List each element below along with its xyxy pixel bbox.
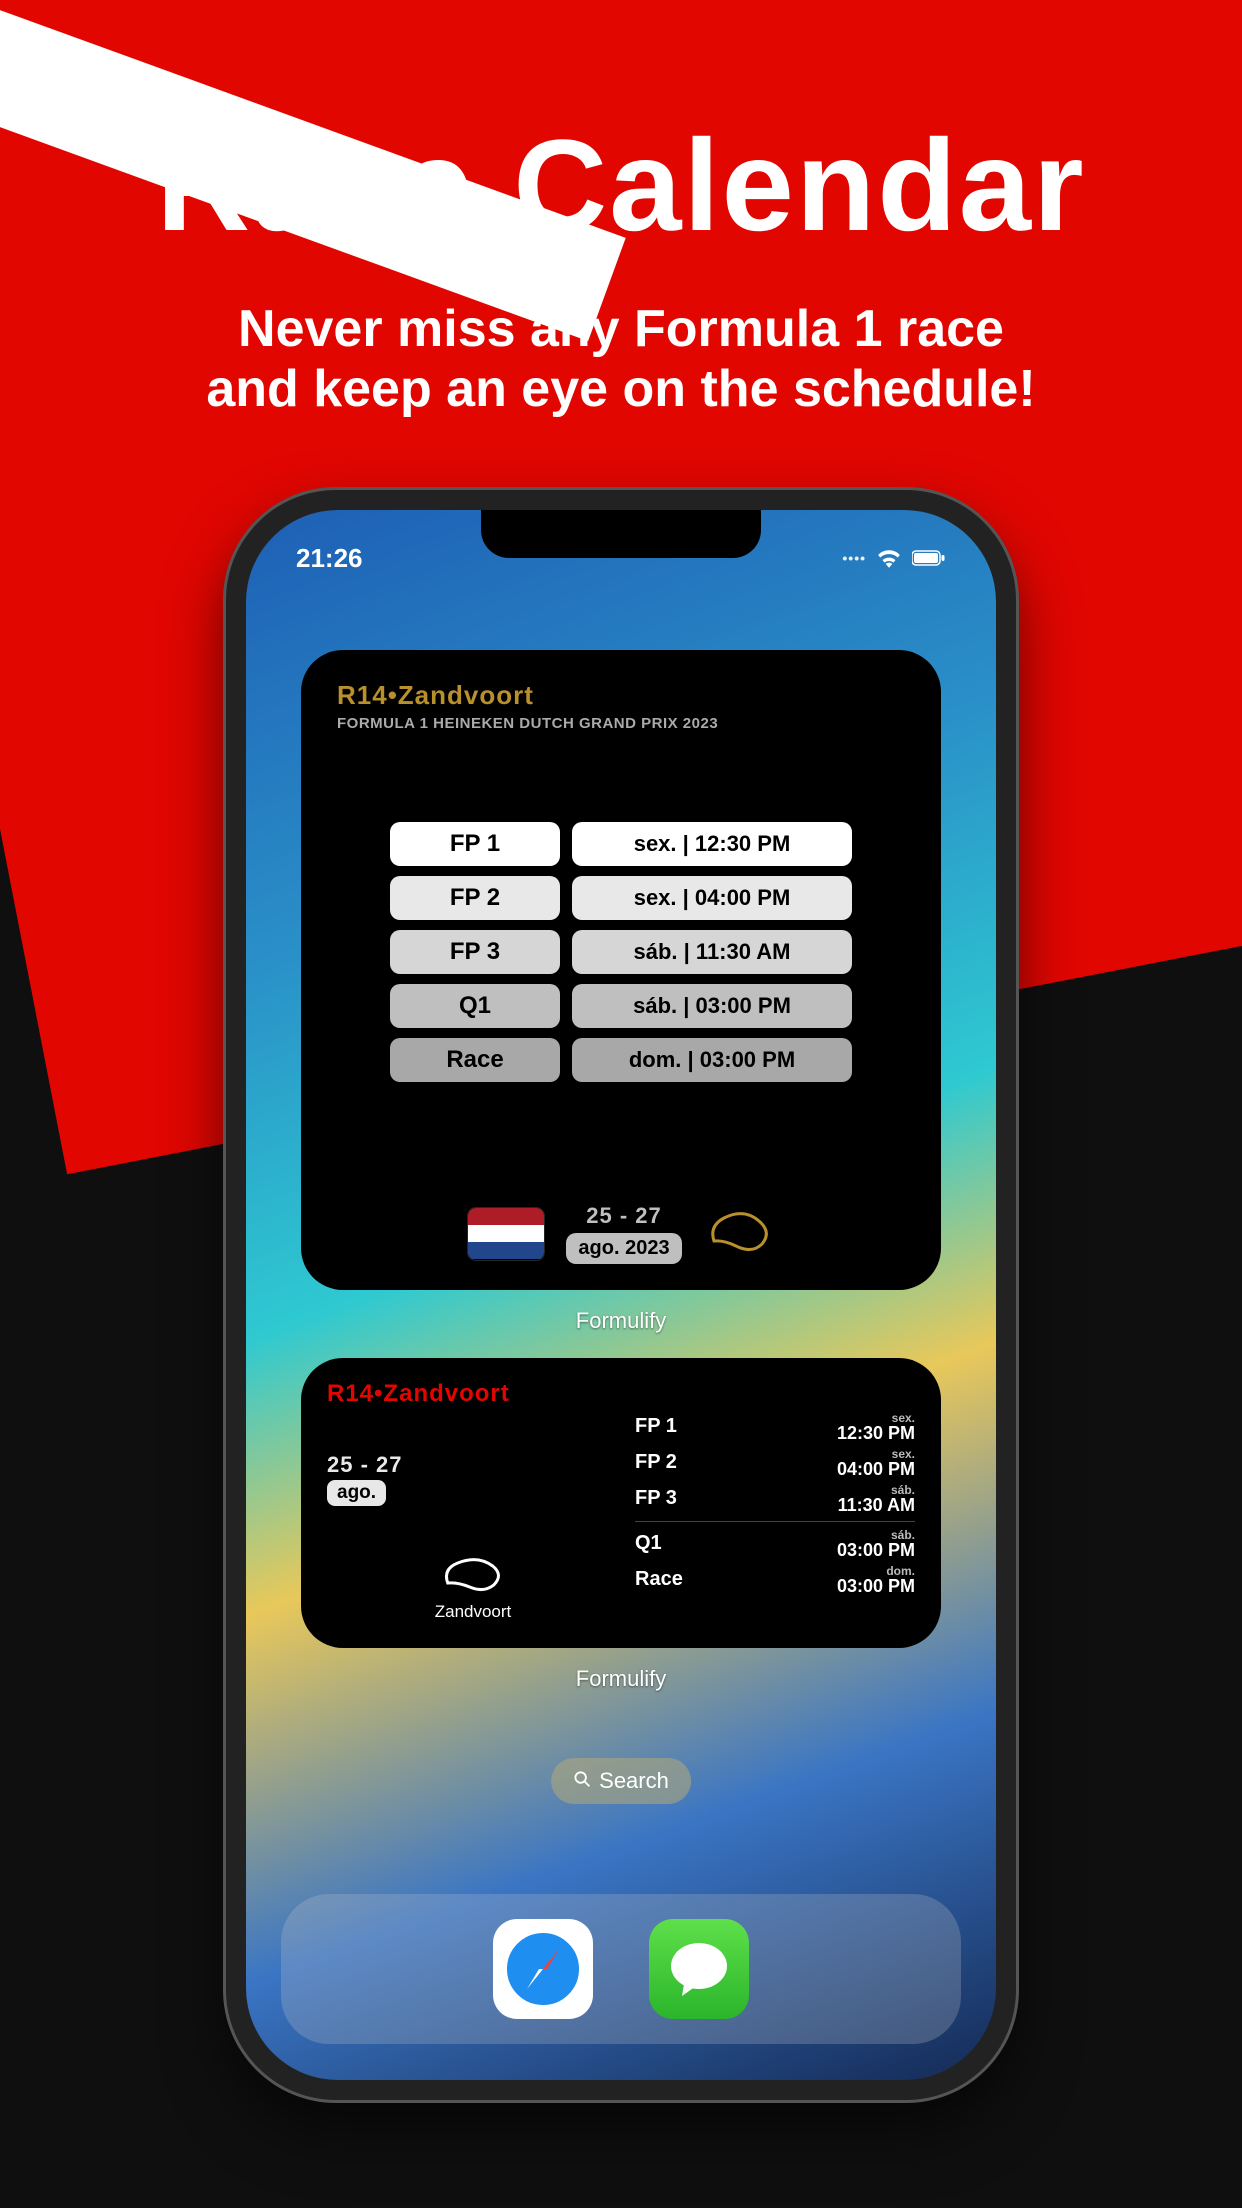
date-month: ago. 2023 [566,1233,681,1264]
date-range: 25 - 27 [566,1203,681,1229]
messages-app-icon[interactable] [649,1919,749,2019]
session-time: sáb. 03:00 PM [837,1529,915,1559]
widget-large-subtitle: FORMULA 1 HEINEKEN DUTCH GRAND PRIX 2023 [337,715,905,732]
session-row: FP 1 sex. 12:30 PM [635,1409,915,1445]
cellular-icon: •••• [842,550,866,566]
session-time: sex. 12:30 PM [837,1412,915,1442]
phone-notch [481,510,761,558]
widget-medium-left: R14•Zandvoort 25 - 27 ago. Zandvoort [327,1380,619,1626]
session-name: FP 3 [390,930,560,974]
session-row: Race dom. 03:00 PM [635,1562,915,1598]
session-row: Q1 sáb. 03:00 PM [635,1526,915,1562]
session-time: sex. | 12:30 PM [572,822,852,866]
search-label: Search [599,1768,669,1794]
widget-medium-label: Formulify [576,1666,666,1692]
track-block: Zandvoort [435,1553,512,1622]
phone-frame: 21:26 •••• R14•Zandvoort FORMULA 1 HEINE… [226,490,1016,2100]
search-icon [573,1768,591,1794]
track-name: Zandvoort [435,1602,512,1622]
hero-subtitle: Never miss any Formula 1 race and keep a… [0,300,1242,420]
session-time: sáb. 11:30 AM [838,1484,915,1514]
session-row: FP 2 sex. | 04:00 PM [390,876,852,920]
session-time: sex. 04:00 PM [837,1448,915,1478]
session-name: FP 2 [635,1451,677,1474]
session-divider [635,1521,915,1522]
race-widget-medium[interactable]: R14•Zandvoort 25 - 27 ago. Zandvoort FP … [301,1358,941,1648]
race-date: 25 - 27 ago. 2023 [566,1203,681,1264]
widget-large-label: Formulify [576,1308,666,1334]
session-name: FP 1 [390,822,560,866]
session-row: Race dom. | 03:00 PM [390,1038,852,1082]
hero-text: Race Calendar Never miss any Formula 1 r… [0,110,1242,420]
netherlands-flag-icon [468,1208,544,1260]
widget-large-title: R14•Zandvoort [337,680,905,711]
netherlands-flag-icon [555,1456,615,1496]
session-row: Q1 sáb. | 03:00 PM [390,984,852,1028]
session-name: Q1 [635,1532,662,1555]
session-row: FP 2 sex. 04:00 PM [635,1445,915,1481]
session-row: FP 3 sáb. 11:30 AM [635,1481,915,1517]
hero-subtitle-line1: Never miss any Formula 1 race [0,300,1242,360]
status-time: 21:26 [296,543,363,574]
session-name: FP 3 [635,1487,677,1510]
session-name: FP 2 [390,876,560,920]
session-row: FP 1 sex. | 12:30 PM [390,822,852,866]
home-search-button[interactable]: Search [551,1758,691,1804]
session-name: Race [635,1568,683,1591]
session-time: sáb. | 03:00 PM [572,984,852,1028]
dock [281,1894,961,2044]
wifi-icon [876,548,902,568]
safari-app-icon[interactable] [493,1919,593,2019]
session-time: sáb. | 11:30 AM [572,930,852,974]
session-time: sex. | 04:00 PM [572,876,852,920]
battery-icon [912,550,946,566]
session-name: Race [390,1038,560,1082]
date-month: ago. [327,1480,386,1506]
phone-screen: 21:26 •••• R14•Zandvoort FORMULA 1 HEINE… [246,510,996,2080]
session-row: FP 3 sáb. | 11:30 AM [390,930,852,974]
track-outline-icon [704,1206,774,1261]
session-name: Q1 [390,984,560,1028]
widget-large-footer: 25 - 27 ago. 2023 [301,1203,941,1264]
hero-title: Race Calendar [0,110,1242,260]
widget-medium-title: R14•Zandvoort [327,1380,619,1408]
session-list: FP 1 sex. | 12:30 PM FP 2 sex. | 04:00 P… [337,822,905,1082]
track-outline-icon [438,1553,508,1595]
session-time: dom. | 03:00 PM [572,1038,852,1082]
race-widget-large[interactable]: R14•Zandvoort FORMULA 1 HEINEKEN DUTCH G… [301,650,941,1290]
session-time: dom. 03:00 PM [837,1565,915,1595]
status-indicators: •••• [842,548,946,568]
session-name: FP 1 [635,1415,677,1438]
hero-subtitle-line2: and keep an eye on the schedule! [0,360,1242,420]
widget-medium-sessions: FP 1 sex. 12:30 PM FP 2 sex. 04:00 PM FP… [635,1380,915,1626]
